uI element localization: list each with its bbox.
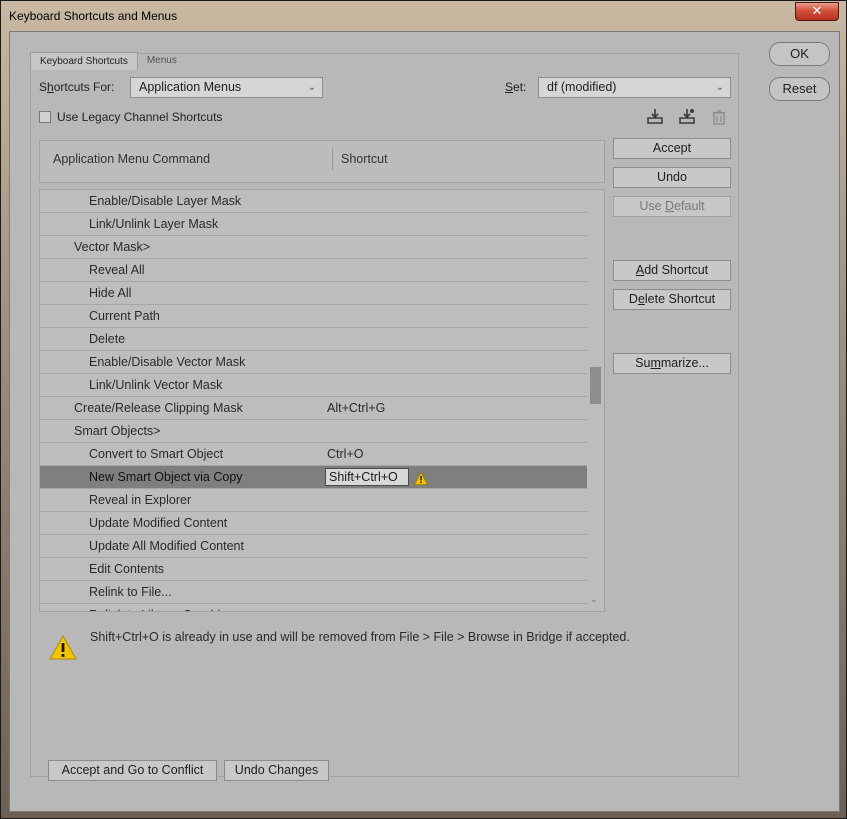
undo-button[interactable]: Undo: [613, 167, 731, 188]
command-cell: Update All Modified Content: [89, 539, 244, 553]
column-divider[interactable]: [332, 148, 333, 170]
command-cell: New Smart Object via Copy: [89, 470, 243, 484]
command-cell: Vector Mask>: [74, 240, 151, 254]
dialog-window: Keyboard Shortcuts and Menus ✕ Keyboard …: [0, 0, 847, 819]
table-row[interactable]: Enable/Disable Layer Mask: [40, 190, 588, 213]
shortcut-rows: Enable/Disable Layer Mask Link/Unlink Lay…: [40, 190, 588, 611]
scroll-down-arrow-icon[interactable]: ⌄: [590, 594, 598, 605]
accept-button[interactable]: Accept: [613, 138, 731, 159]
add-shortcut-button[interactable]: Add Shortcut: [613, 260, 731, 281]
table-row[interactable]: Reveal All: [40, 259, 588, 282]
table-scrollbar[interactable]: ⌄: [587, 190, 604, 611]
command-column-header: Application Menu Command: [53, 152, 211, 166]
command-cell: Relink to Library Graphic...: [89, 604, 237, 611]
save-set-icon[interactable]: [644, 106, 666, 126]
legacy-channel-checkbox[interactable]: [39, 111, 51, 123]
warning-icon: [49, 634, 77, 664]
conflict-message: Shift+Ctrl+O is already in use and will …: [90, 630, 630, 644]
tab-keyboard-shortcuts[interactable]: Keyboard Shortcuts: [30, 52, 138, 70]
shortcut-column-header: Shortcut: [341, 152, 388, 166]
table-row[interactable]: New Smart Object via Copy Shift+Ctrl+O: [40, 466, 588, 489]
table-row[interactable]: Convert to Smart Object Ctrl+O: [40, 443, 588, 466]
shortcuts-for-label: Shortcuts For:: [39, 80, 115, 94]
table-row[interactable]: Vector Mask>: [40, 236, 588, 259]
tab-bar: Keyboard Shortcuts Menus: [30, 52, 186, 70]
command-cell: Link/Unlink Vector Mask: [89, 378, 223, 392]
command-cell: Link/Unlink Layer Mask: [89, 217, 219, 231]
accept-and-go-to-conflict-button[interactable]: Accept and Go to Conflict: [48, 760, 217, 781]
summarize-button[interactable]: Summarize...: [613, 353, 731, 374]
table-row[interactable]: Update All Modified Content: [40, 535, 588, 558]
table-row[interactable]: Create/Release Clipping Mask Alt+Ctrl+G: [40, 397, 588, 420]
table-row[interactable]: Delete: [40, 328, 588, 351]
ok-button[interactable]: OK: [769, 42, 830, 66]
delete-shortcut-button[interactable]: Delete Shortcut: [613, 289, 731, 310]
command-cell: Reveal All: [89, 263, 145, 277]
command-cell: Relink to File...: [89, 585, 172, 599]
shortcut-table[interactable]: Enable/Disable Layer Mask Link/Unlink Lay…: [39, 189, 605, 612]
set-value: df (modified): [547, 80, 617, 94]
use-default-button: Use Default: [613, 196, 731, 217]
reset-button[interactable]: Reset: [769, 77, 830, 101]
window-title: Keyboard Shortcuts and Menus: [9, 9, 178, 23]
table-row[interactable]: Relink to File...: [40, 581, 588, 604]
table-row[interactable]: Hide All: [40, 282, 588, 305]
shortcut-cell[interactable]: Alt+Ctrl+G: [327, 397, 385, 419]
command-cell: Current Path: [89, 309, 160, 323]
delete-set-icon: [708, 107, 730, 127]
dialog-client-area: Keyboard Shortcuts Menus Shortcuts For: …: [9, 31, 840, 812]
shortcut-table-header: Application Menu Command Shortcut: [39, 140, 605, 183]
command-cell: Enable/Disable Vector Mask: [89, 355, 246, 369]
table-row[interactable]: Link/Unlink Vector Mask: [40, 374, 588, 397]
command-cell: Enable/Disable Layer Mask: [89, 194, 242, 208]
title-bar[interactable]: Keyboard Shortcuts and Menus ✕: [1, 1, 846, 31]
command-cell: Smart Objects>: [74, 424, 161, 438]
table-row[interactable]: Update Modified Content: [40, 512, 588, 535]
table-row[interactable]: Edit Contents: [40, 558, 588, 581]
chevron-down-icon: ⌄: [715, 82, 724, 93]
shortcut-edit-field[interactable]: Shift+Ctrl+O: [325, 468, 409, 486]
table-row[interactable]: Relink to Library Graphic...: [40, 604, 588, 611]
new-set-icon[interactable]: [676, 106, 698, 126]
table-row[interactable]: Current Path: [40, 305, 588, 328]
table-row[interactable]: Smart Objects>: [40, 420, 588, 443]
command-cell: Edit Contents: [89, 562, 165, 576]
set-label: Set:: [505, 80, 527, 94]
table-row[interactable]: Link/Unlink Layer Mask: [40, 213, 588, 236]
legacy-channel-label: Use Legacy Channel Shortcuts: [57, 110, 223, 124]
shortcut-cell[interactable]: Ctrl+O: [327, 443, 363, 465]
set-select[interactable]: df (modified) ⌄: [538, 77, 731, 98]
table-row[interactable]: Enable/Disable Vector Mask: [40, 351, 588, 374]
command-cell: Convert to Smart Object: [89, 447, 224, 461]
table-row[interactable]: Reveal in Explorer: [40, 489, 588, 512]
shortcuts-for-value: Application Menus: [139, 80, 242, 94]
close-button[interactable]: ✕: [795, 2, 839, 21]
scrollbar-thumb[interactable]: [590, 367, 601, 404]
tab-menus[interactable]: Menus: [138, 52, 186, 70]
command-cell: Delete: [89, 332, 126, 346]
command-cell: Hide All: [89, 286, 132, 300]
command-cell: Create/Release Clipping Mask: [74, 401, 243, 415]
undo-changes-button[interactable]: Undo Changes: [224, 760, 329, 781]
shortcuts-for-select[interactable]: Application Menus ⌄: [130, 77, 323, 98]
command-cell: Update Modified Content: [89, 516, 228, 530]
chevron-down-icon: ⌄: [307, 82, 316, 93]
command-cell: Reveal in Explorer: [89, 493, 192, 507]
